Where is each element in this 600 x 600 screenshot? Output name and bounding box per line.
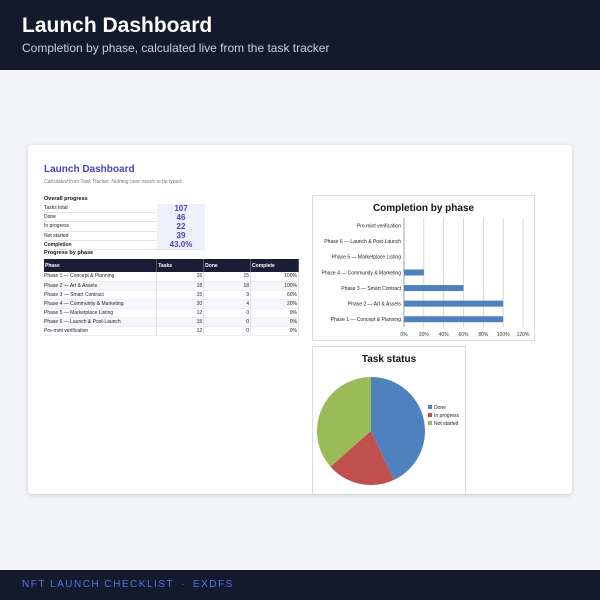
tasks-cell: 12: [156, 308, 205, 318]
stat-label: Tasks total: [44, 205, 68, 212]
table-row: Phase 3 — Smart Contract 15 9 60%: [44, 290, 299, 300]
dashboard-preview-card: Launch Dashboard Calculated from Task Tr…: [28, 145, 572, 494]
table-row: Phase 4 — Community & Marketing 20 4 20%: [44, 299, 299, 309]
phase-cell: Phase 5 — Marketplace Listing: [44, 308, 158, 318]
legend-swatch: [428, 413, 432, 417]
bar: [404, 269, 424, 276]
tasks-cell: 15: [156, 317, 205, 327]
category-label: Phase 6 — Launch & Post-Launch: [324, 239, 401, 245]
x-tick-label: 40%: [439, 332, 450, 338]
category-label: Phase 5 — Marketplace Listing: [332, 255, 401, 261]
complete-cell: 0%: [250, 308, 299, 318]
tasks-cell: 18: [156, 281, 205, 291]
legend-label: Done: [434, 405, 446, 411]
x-tick-label: 60%: [458, 332, 469, 338]
x-tick-label: 0%: [400, 332, 408, 338]
stat-value: 22: [157, 221, 205, 231]
page-subtitle: Completion by phase, calculated live fro…: [22, 41, 330, 55]
x-tick-label: 20%: [419, 332, 430, 338]
done-cell: 18: [203, 281, 252, 291]
column-header: Done: [203, 259, 252, 272]
category-label: Phase 1 — Concept & Planning: [331, 317, 402, 323]
done-cell: 0: [203, 308, 252, 318]
pie-chart-canvas: Done In progress Not started: [317, 377, 460, 485]
stat-value: 46: [157, 212, 205, 222]
tasks-cell: 20: [156, 299, 205, 309]
complete-cell: 60%: [250, 290, 299, 300]
chart-title: Task status: [361, 354, 417, 365]
progress-by-phase-heading: Progress by phase: [44, 250, 94, 256]
footer-separator: ·: [181, 579, 186, 590]
phase-table: Phase Tasks Done Complete Phase 1 — Conc…: [44, 259, 299, 336]
phase-cell: Pre-mint verification: [44, 326, 158, 336]
column-header: Tasks: [156, 259, 205, 272]
done-cell: 15: [203, 272, 252, 282]
stat-value: 107: [157, 203, 205, 213]
phase-cell: Phase 6 — Launch & Post-Launch: [44, 317, 158, 327]
footer-brand: NFT LAUNCH CHECKLIST · EXDFS: [22, 579, 234, 590]
x-tick-label: 120%: [517, 332, 530, 338]
table-row: Phase 5 — Marketplace Listing 12 0 0%: [44, 308, 299, 318]
tasks-cell: 15: [156, 290, 205, 300]
complete-cell: 100%: [250, 281, 299, 291]
done-cell: 0: [203, 326, 252, 336]
stat-label: In progress: [44, 223, 70, 230]
legend-label: Not started: [434, 421, 459, 427]
column-header: Phase: [44, 259, 158, 272]
page-title: Launch Dashboard: [22, 14, 213, 37]
bar: [404, 300, 504, 307]
complete-cell: 20%: [250, 299, 299, 309]
stat-row: Completion 43.0%: [44, 240, 205, 250]
stat-label: Done: [44, 214, 56, 221]
tasks-cell: 12: [156, 326, 205, 336]
legend-label: In progress: [434, 413, 460, 419]
stat-value: 39: [157, 231, 205, 241]
x-tick-label: 80%: [478, 332, 489, 338]
category-label: Pre-mint verification: [357, 224, 401, 230]
table-row: Phase 6 — Launch & Post-Launch 15 0 0%: [44, 317, 299, 327]
bar: [404, 285, 464, 292]
footer-bar: NFT LAUNCH CHECKLIST · EXDFS: [0, 570, 600, 600]
footer-code: EXDFS: [192, 579, 234, 590]
phase-cell: Phase 1 — Concept & Planning: [44, 272, 158, 282]
phase-cell: Phase 3 — Smart Contract: [44, 290, 158, 300]
header-bar: Launch Dashboard Completion by phase, ca…: [0, 0, 600, 70]
x-tick-label: 100%: [497, 332, 510, 338]
overall-progress-block: Overall progress Tasks total 107 Done 46…: [44, 195, 205, 250]
complete-cell: 0%: [250, 326, 299, 336]
footer-brand-name: NFT LAUNCH CHECKLIST: [22, 579, 175, 590]
legend-swatch: [428, 405, 432, 409]
category-label: Phase 2 — Art & Assets: [348, 301, 402, 307]
tasks-cell: 15: [156, 272, 205, 282]
complete-cell: 0%: [250, 317, 299, 327]
column-header: Complete: [250, 259, 299, 272]
category-label: Phase 4 — Community & Marketing: [322, 270, 402, 276]
table-header-row: Phase Tasks Done Complete: [44, 259, 299, 272]
done-cell: 4: [203, 299, 252, 309]
table-row: Phase 1 — Concept & Planning 15 15 100%: [44, 272, 299, 282]
table-row: Pre-mint verification 12 0 0%: [44, 326, 299, 336]
phase-table-body: Phase 1 — Concept & Planning 15 15 100% Phas…: [44, 272, 299, 336]
done-cell: 9: [203, 290, 252, 300]
bar: [404, 316, 504, 323]
done-cell: 0: [203, 317, 252, 327]
sheet-title: Launch Dashboard: [44, 164, 135, 175]
stat-label: Completion: [44, 241, 72, 248]
phase-cell: Phase 2 — Art & Assets: [44, 281, 158, 291]
category-label: Phase 3 — Smart Contract: [341, 286, 401, 292]
chart-title: Completion by phase: [372, 203, 475, 214]
phase-cell: Phase 4 — Community & Marketing: [44, 299, 158, 309]
bar-chart-canvas: 0% 20% 40% 60% 80% 100% 120% Phase 1 — Concept …: [322, 218, 530, 338]
sheet-note: Calculated from Task Tracker. Nothing he…: [44, 179, 183, 185]
stat-value: 43.0%: [157, 240, 205, 250]
task-status-pie-chart: Task status Done In progress Not started: [312, 346, 466, 494]
table-row: Phase 2 — Art & Assets 18 18 100%: [44, 281, 299, 291]
legend-swatch: [428, 421, 432, 425]
stat-label: Not started: [44, 232, 69, 239]
complete-cell: 100%: [250, 272, 299, 282]
completion-bar-chart: Completion by phase 0% 20% 40% 60% 80% 100% 12…: [312, 195, 535, 341]
